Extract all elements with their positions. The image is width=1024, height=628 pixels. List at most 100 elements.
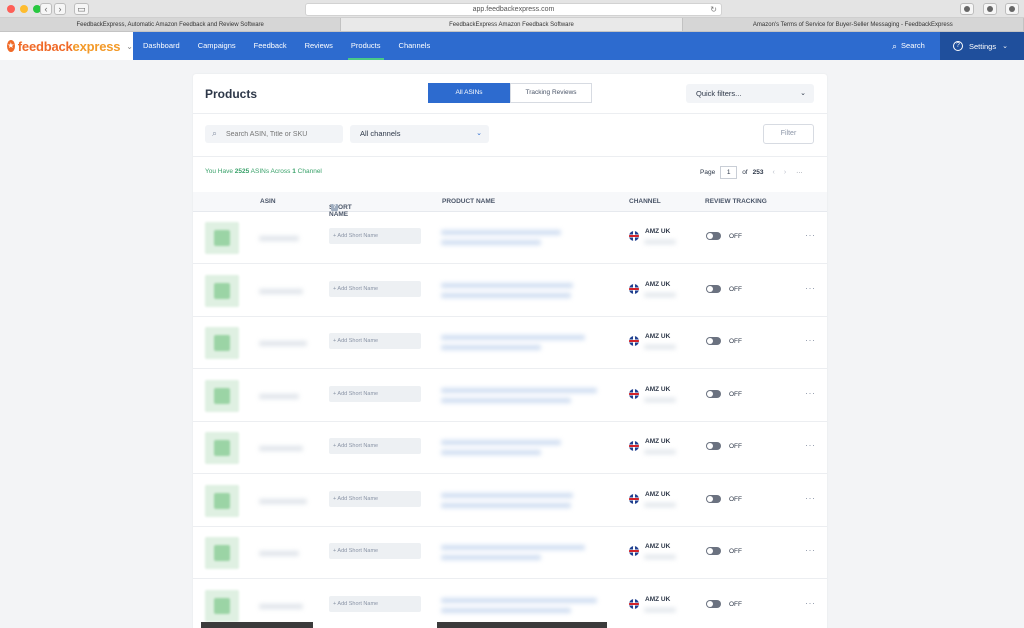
search-icon: ⌕	[892, 41, 898, 51]
review-tracking-toggle[interactable]	[706, 442, 721, 450]
share-icon[interactable]	[983, 3, 997, 15]
nav-reviews[interactable]: Reviews	[296, 32, 342, 60]
product-name-redacted	[441, 240, 541, 245]
asin-summary: You Have 2525 ASINs Across 1 Channel	[205, 168, 322, 175]
downloads-icon[interactable]	[960, 3, 974, 15]
browser-tab-active[interactable]: FeedbackExpress Amazon Feedback Software	[341, 18, 683, 31]
filter-button[interactable]: Filter	[763, 124, 814, 144]
table-row[interactable]: + Add Short Name AMZ UK OFF ···	[193, 422, 827, 474]
product-name-redacted	[441, 335, 585, 340]
forward-icon[interactable]: ›	[54, 3, 66, 15]
nav-search-button[interactable]: ⌕ Search	[892, 32, 925, 60]
product-thumbnail[interactable]	[205, 274, 239, 307]
add-short-name-button[interactable]: + Add Short Name	[329, 280, 421, 297]
asin-value-redacted	[259, 236, 299, 241]
review-tracking-toggle[interactable]	[706, 284, 721, 293]
bottom-shadow	[437, 622, 607, 628]
table-row[interactable]: + Add Short Name AMZ UK OFF ···	[193, 370, 827, 422]
product-thumbnail[interactable]	[205, 379, 239, 412]
add-short-name-button[interactable]: + Add Short Name	[329, 595, 421, 612]
nav-feedback[interactable]: Feedback	[245, 32, 296, 60]
quick-filters-dropdown[interactable]: Quick filters... ⌄	[686, 84, 814, 103]
sidebar-toggle-icon[interactable]: ▭	[74, 3, 89, 15]
nav-dashboard[interactable]: Dashboard	[134, 32, 189, 60]
channel-detail-redacted	[644, 555, 676, 559]
row-actions-icon[interactable]: ···	[805, 493, 816, 503]
table-row[interactable]: + Add Short Name AMZ UK OFF ···	[193, 265, 827, 317]
review-tracking-status: OFF	[729, 390, 742, 398]
row-actions-icon[interactable]: ···	[805, 545, 816, 555]
channels-select-value: All channels	[360, 129, 401, 138]
review-tracking-status: OFF	[729, 285, 742, 293]
product-thumbnail[interactable]	[205, 222, 239, 254]
row-actions-icon[interactable]: ···	[805, 598, 816, 608]
product-name-redacted	[441, 502, 571, 508]
add-short-name-button[interactable]: + Add Short Name	[329, 490, 421, 507]
close-window-button[interactable]	[7, 5, 15, 13]
prev-page-icon[interactable]: ‹	[772, 169, 774, 176]
product-thumbnail[interactable]	[205, 589, 239, 622]
channel-detail-redacted	[644, 240, 676, 244]
search-input[interactable]	[226, 127, 338, 141]
col-channel[interactable]: CHANNEL	[629, 198, 661, 205]
help-icon[interactable]: ?	[331, 204, 338, 211]
product-thumbnail[interactable]	[205, 327, 239, 359]
more-options-icon[interactable]: ···	[796, 169, 803, 176]
page-number-input[interactable]: 1	[720, 165, 738, 179]
col-review-tracking[interactable]: REVIEW TRACKING	[705, 198, 767, 205]
uk-flag-icon	[629, 598, 639, 609]
add-short-name-button[interactable]: + Add Short Name	[329, 543, 421, 559]
nav-campaigns[interactable]: Campaigns	[189, 32, 245, 60]
settings-button[interactable]: ? Settings ⌄	[940, 32, 1024, 60]
product-thumbnail[interactable]	[205, 484, 239, 517]
nav-channels[interactable]: Channels	[390, 32, 440, 60]
row-actions-icon[interactable]: ···	[805, 388, 816, 398]
nav-products[interactable]: Products	[342, 32, 390, 60]
col-asin[interactable]: ASIN	[260, 198, 276, 205]
review-tracking-toggle[interactable]	[706, 599, 721, 608]
products-card: Products All ASINs Tracking Reviews Quic…	[193, 74, 827, 628]
table-row[interactable]: + Add Short Name AMZ UK OFF ···	[193, 527, 827, 579]
browser-tab[interactable]: FeedbackExpress, Automatic Amazon Feedba…	[0, 18, 342, 31]
product-name-redacted	[441, 345, 541, 350]
add-short-name-button[interactable]: + Add Short Name	[329, 385, 421, 402]
row-actions-icon[interactable]: ···	[805, 230, 816, 240]
row-actions-icon[interactable]: ···	[805, 440, 816, 450]
channel-detail-redacted	[644, 292, 676, 297]
channel-name: AMZ UK	[645, 280, 671, 288]
table-row[interactable]: + Add Short Name AMZ UK OFF ···	[193, 212, 827, 264]
tab-tracking-reviews[interactable]: Tracking Reviews	[510, 83, 592, 103]
add-short-name-button[interactable]: + Add Short Name	[329, 438, 421, 454]
pagination: Page 1 of 253 ‹ › ···	[700, 165, 803, 179]
logo[interactable]: ★ feedbackexpress ⌄	[0, 32, 133, 60]
review-tracking-toggle[interactable]	[706, 389, 721, 398]
chevron-down-icon[interactable]: ⌄	[126, 42, 133, 51]
product-thumbnail[interactable]	[205, 432, 239, 464]
search-field[interactable]: ⌕	[205, 125, 343, 143]
channels-select[interactable]: All channels ⌄	[350, 125, 489, 143]
review-tracking-toggle[interactable]	[706, 232, 721, 240]
row-actions-icon[interactable]: ···	[805, 335, 816, 345]
address-bar[interactable]: app.feedbackexpress.com ↻	[305, 3, 722, 16]
review-tracking-toggle[interactable]	[706, 494, 721, 503]
review-tracking-toggle[interactable]	[706, 547, 721, 555]
review-tracking-toggle[interactable]	[706, 337, 721, 345]
tabs-overview-icon[interactable]	[1005, 3, 1019, 15]
tab-all-asins[interactable]: All ASINs	[428, 83, 510, 103]
reload-icon[interactable]: ↻	[710, 4, 717, 15]
next-page-icon[interactable]: ›	[784, 169, 786, 176]
col-product-name[interactable]: PRODUCT NAME	[442, 198, 495, 205]
browser-tab[interactable]: Amazon's Terms of Service for Buyer-Sell…	[683, 18, 1024, 31]
product-thumbnail[interactable]	[205, 537, 239, 569]
back-icon[interactable]: ‹	[40, 3, 52, 15]
table-row[interactable]: + Add Short Name AMZ UK OFF ···	[193, 475, 827, 527]
add-short-name-button[interactable]: + Add Short Name	[329, 333, 421, 349]
add-short-name-button[interactable]: + Add Short Name	[329, 228, 421, 244]
channel-name: AMZ UK	[645, 595, 671, 603]
row-actions-icon[interactable]: ···	[805, 283, 816, 293]
minimize-window-button[interactable]	[20, 5, 28, 13]
product-name-redacted	[441, 492, 573, 498]
table-row[interactable]: + Add Short Name AMZ UK OFF ···	[193, 580, 827, 628]
review-tracking-status: OFF	[729, 233, 742, 240]
table-row[interactable]: + Add Short Name AMZ UK OFF ···	[193, 317, 827, 369]
